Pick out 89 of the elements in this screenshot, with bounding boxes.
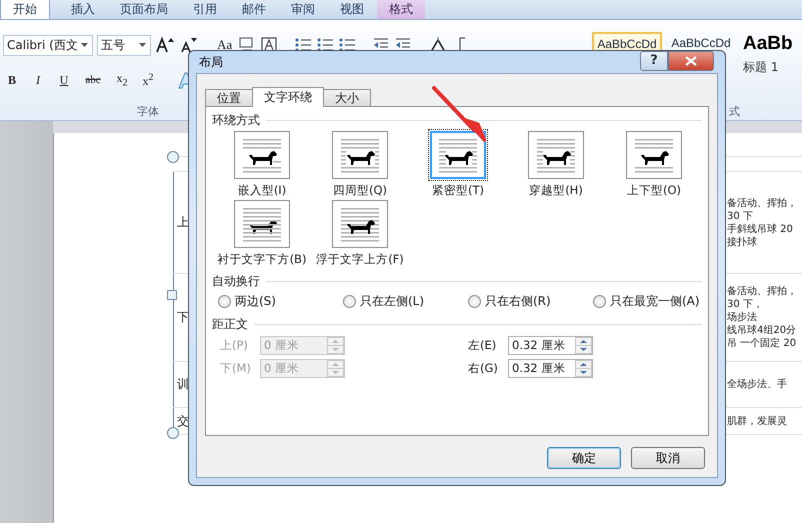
dialog-title: 布局	[199, 54, 224, 70]
table-cell-text: 全场步法、手	[727, 378, 788, 391]
table-cell-text: 30 下	[727, 210, 754, 222]
ribbon-tab[interactable]: 视图	[328, 0, 376, 19]
font-size-field[interactable]: 五号	[97, 34, 151, 56]
section-title: 自动换行	[212, 272, 260, 290]
wrap-style-label: 紧密型(T)	[432, 183, 484, 198]
radio-label: 两边(S)	[235, 293, 276, 310]
ribbon-tab[interactable]: 邮件	[230, 0, 278, 19]
group-label: 式	[729, 104, 740, 119]
wrap-style-label: 穿越型(H)	[529, 183, 583, 198]
help-button[interactable]: ?	[640, 50, 668, 70]
group-label: 字体	[137, 104, 159, 119]
style-sample: AaBb	[743, 33, 793, 55]
dialog-tab[interactable]: 位置	[205, 89, 253, 106]
resize-handle[interactable]	[167, 290, 177, 300]
spin-arrows-icon[interactable]	[575, 337, 592, 354]
dialog-tab[interactable]: 文字环绕	[252, 87, 324, 107]
wrap-style-label: 浮于文字上方(F)	[316, 252, 404, 267]
caret-icon[interactable]	[138, 42, 147, 48]
table-cell-text: 备活动、挥拍，	[727, 196, 798, 210]
radio-button[interactable]	[218, 295, 231, 308]
format-button[interactable]: abc	[81, 74, 105, 86]
spin-field[interactable]: 0.32 厘米	[508, 359, 593, 378]
field-label: 上(P)	[220, 338, 249, 353]
radio-label: 只在左侧(L)	[360, 293, 424, 310]
ribbon-tab[interactable]: 格式	[377, 0, 425, 19]
radio-button[interactable]	[343, 295, 356, 308]
ribbon-tab[interactable]: 引用	[181, 0, 229, 19]
close-button[interactable]	[668, 50, 714, 70]
shrink-font-icon[interactable]	[179, 36, 199, 54]
table-cell-text: 吊 一个固定 20	[727, 337, 798, 350]
wrap-style-button[interactable]	[626, 131, 682, 179]
section-title: 环绕方式	[212, 112, 260, 128]
arrow-annotation	[432, 86, 486, 142]
style-swatch[interactable]: AaBb 标题 1	[742, 32, 802, 88]
format-button[interactable]: B	[3, 72, 21, 88]
table-cell-text: 训	[177, 376, 189, 393]
wrap-style-button[interactable]	[332, 200, 388, 248]
spin-field[interactable]: 0.32 厘米	[508, 336, 593, 355]
style-sample: AaBbCcDd	[597, 37, 657, 51]
table-cell-text: 手斜线吊球 20	[727, 222, 794, 236]
ribbon-tab[interactable]: 页面布局	[108, 0, 180, 19]
field-label: 下(M)	[220, 361, 252, 376]
radio-button[interactable]	[468, 295, 481, 308]
format-button[interactable]: I	[29, 72, 47, 88]
wrap-style-label: 衬于文字下方(B)	[218, 252, 306, 267]
wrap-style-button[interactable]	[234, 131, 290, 179]
table-cell-text: 上	[177, 214, 189, 231]
wrap-style-label: 上下型(O)	[626, 183, 682, 198]
style-caption: 标题 1	[743, 59, 778, 76]
caret-icon[interactable]	[80, 42, 89, 48]
table-cell-text: 肌群，发展灵	[727, 414, 788, 428]
radio-label: 只在最宽一侧(A)	[610, 293, 700, 310]
table-cell-text: 下	[177, 309, 189, 326]
format-button[interactable]: U	[55, 72, 73, 88]
wrap-style-button[interactable]	[332, 131, 388, 179]
table-cell-text: 备活动、挥拍，	[727, 285, 798, 298]
change-case-button[interactable]: Aa	[215, 37, 234, 53]
table-cell-text: 场步法	[727, 311, 758, 324]
resize-handle[interactable]	[167, 427, 179, 439]
ribbon-tab[interactable]: 开始	[0, 0, 50, 19]
spin-arrows-icon[interactable]	[575, 360, 592, 377]
table-cell-text: 30 下，	[727, 298, 764, 311]
wrap-style-button[interactable]	[234, 200, 290, 248]
dialog-tab[interactable]: 大小	[323, 89, 371, 106]
format-button[interactable]: x$^{2}$	[139, 72, 157, 88]
grow-font-icon[interactable]	[155, 36, 175, 54]
close-icon[interactable]	[685, 56, 697, 66]
table-cell-text: 线吊球4组20分	[727, 324, 798, 337]
table-cell-text: 接扑球	[727, 236, 758, 248]
radio-button[interactable]	[593, 295, 606, 308]
table-cell-text: 交	[177, 412, 189, 430]
ribbon-tab[interactable]: 审阅	[279, 0, 327, 19]
field-label: 左(E)	[468, 338, 498, 353]
dialog-button[interactable]: 确定	[547, 447, 621, 469]
style-sample: AaBbCcDd	[671, 36, 731, 50]
resize-handle[interactable]	[167, 151, 179, 163]
field-label: 右(G)	[468, 361, 499, 376]
format-button[interactable]: x$_{2}$	[113, 71, 131, 89]
radio-label: 只在右侧(R)	[485, 293, 551, 310]
wrap-style-button[interactable]	[528, 131, 584, 179]
ribbon-tab[interactable]: 插入	[59, 0, 107, 19]
wrap-style-button[interactable]	[430, 131, 486, 179]
wrap-style-label: 四周型(Q)	[332, 183, 388, 198]
section-title: 距正文	[212, 316, 248, 332]
font-name-field[interactable]: Calibri (西文	[3, 34, 93, 56]
dialog-button[interactable]: 取消	[631, 447, 705, 469]
wrap-style-label: 嵌入型(I)	[238, 183, 286, 198]
